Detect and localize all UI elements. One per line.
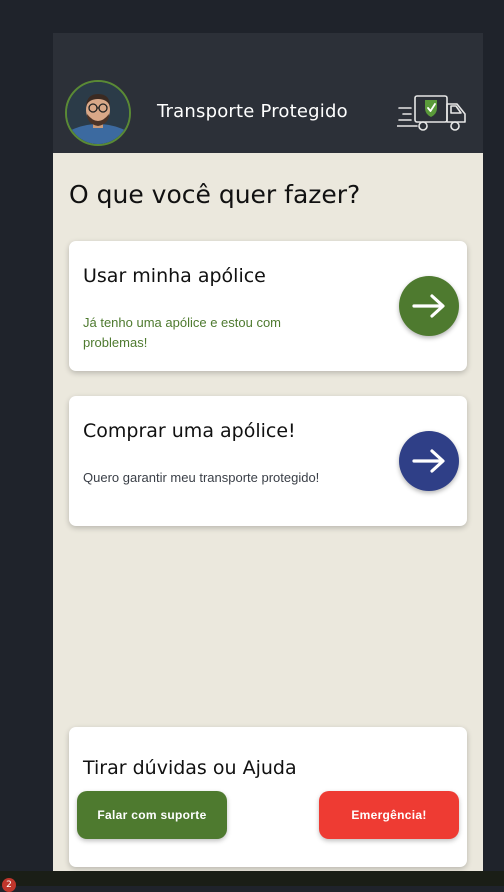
notification-badge[interactable]: 2	[2, 878, 16, 892]
page-title: O que você quer fazer?	[69, 180, 361, 209]
emergency-button[interactable]: Emergência!	[319, 791, 459, 839]
arrow-right-icon	[412, 294, 445, 318]
card-subtitle: Quero garantir meu transporte protegido!	[83, 470, 320, 485]
card-subtitle: Já tenho uma apólice e estou com problem…	[83, 315, 282, 350]
taskbar	[0, 871, 504, 886]
app-header: Transporte Protegido	[53, 33, 483, 153]
app-title: Transporte Protegido	[157, 101, 348, 122]
help-card: Tirar dúvidas ou Ajuda Falar com suporte…	[69, 727, 467, 867]
use-policy-button[interactable]	[399, 276, 459, 336]
truck-check-icon	[396, 90, 469, 134]
use-policy-card[interactable]: Usar minha apólice Já tenho uma apólice …	[69, 241, 467, 371]
help-title: Tirar dúvidas ou Ajuda	[83, 757, 297, 779]
arrow-right-icon	[412, 449, 445, 473]
avatar[interactable]	[65, 80, 131, 146]
buy-policy-button[interactable]	[399, 431, 459, 491]
support-button[interactable]: Falar com suporte	[77, 791, 227, 839]
card-title: Usar minha apólice	[83, 265, 266, 287]
user-avatar-icon	[67, 82, 129, 144]
app-screen: Transporte Protegido O que você quer faz…	[53, 33, 483, 871]
buy-policy-card[interactable]: Comprar uma apólice! Quero garantir meu …	[69, 396, 467, 526]
card-title: Comprar uma apólice!	[83, 420, 296, 442]
